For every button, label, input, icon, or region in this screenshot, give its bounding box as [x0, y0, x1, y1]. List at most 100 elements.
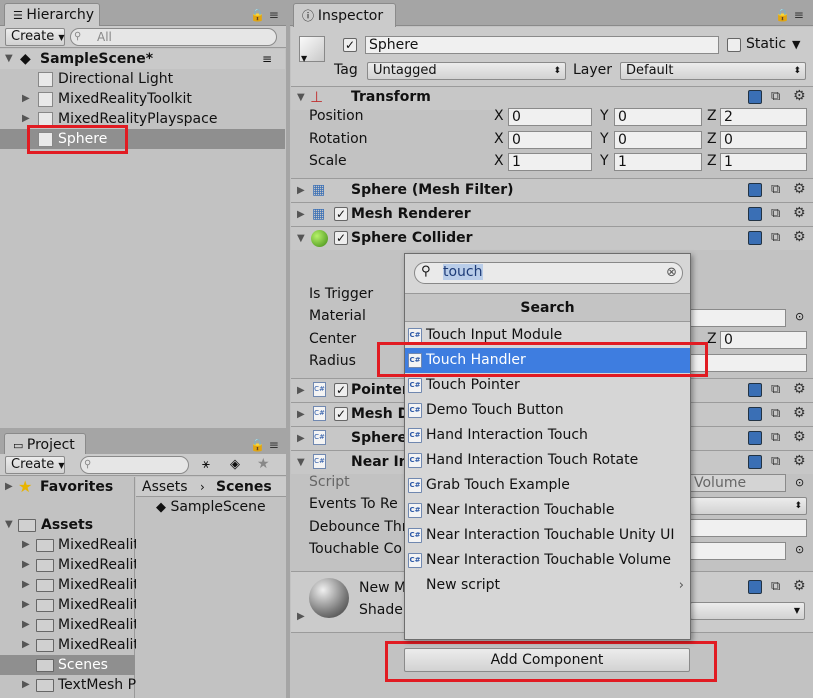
popup-search-input[interactable]: ⚲ touch ⊗	[414, 262, 683, 284]
rotation-y-field[interactable]: 0	[614, 131, 702, 149]
expand-arrow-icon[interactable]: ▶	[5, 477, 13, 497]
expand-arrow-icon[interactable]: ▶	[22, 555, 30, 575]
active-checkbox[interactable]: ✓	[343, 38, 357, 52]
center-z-field[interactable]: 0	[720, 331, 807, 349]
expand-arrow-icon[interactable]: ▶	[22, 575, 30, 595]
dropdown-arrow-icon[interactable]: ▼	[301, 54, 307, 63]
gear-icon[interactable]: ⚙	[793, 205, 806, 221]
filter-label-icon[interactable]: ◈	[230, 457, 240, 472]
object-picker-icon[interactable]: ⊙	[795, 310, 804, 323]
gear-icon[interactable]: ⚙	[793, 381, 806, 397]
project-search-input[interactable]: ⚲	[80, 456, 189, 474]
folder-row[interactable]: ▶ MixedRealit	[0, 575, 139, 595]
filter-type-icon[interactable]: ⚹	[202, 457, 210, 472]
scene-menu-icon[interactable]: ≡	[262, 49, 272, 69]
expand-arrow-icon[interactable]: ▶	[297, 611, 305, 622]
hierarchy-search-input[interactable]: ⚲ All	[70, 28, 277, 46]
expand-arrow-icon[interactable]: ▶	[22, 535, 30, 555]
expand-arrow-icon[interactable]: ▼	[297, 233, 305, 244]
debounce-field[interactable]	[690, 519, 807, 537]
static-dropdown-icon[interactable]: ▼	[792, 38, 800, 51]
gear-icon[interactable]: ⚙	[793, 429, 806, 445]
assets-row[interactable]: ▼ Assets	[0, 515, 135, 535]
help-book-icon[interactable]	[748, 431, 762, 445]
preset-sliders-icon[interactable]: ⧉	[771, 89, 780, 104]
popup-item[interactable]: C# Near Interaction Touchable Volume	[405, 548, 690, 573]
folder-row[interactable]: ▶ TextMesh P	[0, 675, 136, 695]
expand-arrow-icon[interactable]: ▼	[297, 457, 305, 468]
folder-row[interactable]: ▶ MixedRealit	[0, 555, 139, 575]
help-book-icon[interactable]	[748, 207, 762, 221]
expand-arrow-icon[interactable]: ▶	[297, 409, 305, 420]
popup-item-new-script[interactable]: New script ›	[405, 573, 690, 598]
favorite-star-icon[interactable]: ★	[257, 456, 270, 472]
popup-item[interactable]: C# Near Interaction Touchable Unity UI	[405, 523, 690, 548]
gear-icon[interactable]: ⚙	[793, 88, 806, 104]
gear-icon[interactable]: ⚙	[793, 181, 806, 197]
breadcrumb-assets[interactable]: Assets	[142, 477, 188, 497]
help-book-icon[interactable]	[748, 90, 762, 104]
popup-item[interactable]: C# Near Interaction Touchable	[405, 498, 690, 523]
rotation-z-field[interactable]: 0	[720, 131, 807, 149]
preset-sliders-icon[interactable]: ⧉	[771, 406, 780, 421]
preset-sliders-icon[interactable]: ⧉	[771, 382, 780, 397]
expand-arrow-icon[interactable]: ▼	[297, 92, 305, 103]
position-y-field[interactable]: 0	[614, 108, 702, 126]
scale-y-field[interactable]: 1	[614, 153, 702, 171]
expand-arrow-icon[interactable]: ▶	[297, 185, 305, 196]
gear-icon[interactable]: ⚙	[793, 578, 806, 594]
object-picker-icon[interactable]: ⊙	[795, 543, 804, 556]
hierarchy-item[interactable]: ▶ MixedRealityToolkit	[0, 89, 285, 109]
folder-row[interactable]: ▶ MixedRealit	[0, 535, 139, 555]
hierarchy-tab-menu[interactable]: 🔒 ≡	[250, 8, 279, 22]
sphere-collider-checkbox[interactable]: ✓	[334, 231, 348, 245]
tab-inspector[interactable]: ⓘ Inspector	[293, 3, 396, 27]
preset-sliders-icon[interactable]: ⧉	[771, 430, 780, 445]
clear-search-icon[interactable]: ⊗	[666, 265, 677, 280]
preset-sliders-icon[interactable]: ⧉	[771, 454, 780, 469]
folder-row[interactable]: ▶ MixedRealit	[0, 595, 139, 615]
expand-arrow-icon[interactable]: ▶	[22, 675, 30, 695]
rotation-x-field[interactable]: 0	[508, 131, 592, 149]
folder-row[interactable]: ▶ MixedRealit	[0, 635, 139, 655]
folder-row[interactable]: ▶ MixedRealit	[0, 615, 139, 635]
preset-sliders-icon[interactable]: ⧉	[771, 230, 780, 245]
expand-arrow-icon[interactable]: ▼	[5, 49, 13, 69]
gear-icon[interactable]: ⚙	[793, 229, 806, 245]
layer-dropdown[interactable]: Default ⬍	[620, 62, 806, 80]
inspector-tab-menu[interactable]: 🔒 ≡	[775, 8, 804, 22]
project-create-button[interactable]: Create ▼	[5, 456, 65, 474]
expand-arrow-icon[interactable]: ▶	[22, 615, 30, 635]
tag-dropdown[interactable]: Untagged ⬍	[367, 62, 566, 80]
help-book-icon[interactable]	[748, 580, 762, 594]
material-field[interactable]	[690, 309, 786, 327]
expand-arrow-icon[interactable]: ▼	[5, 515, 13, 535]
preset-sliders-icon[interactable]: ⧉	[771, 206, 780, 221]
expand-arrow-icon[interactable]: ▶	[22, 89, 30, 109]
scale-z-field[interactable]: 1	[720, 153, 807, 171]
position-z-field[interactable]: 2	[720, 108, 807, 126]
gear-icon[interactable]: ⚙	[793, 405, 806, 421]
preset-sliders-icon[interactable]: ⧉	[771, 182, 780, 197]
mesh-d-checkbox[interactable]: ✓	[334, 407, 348, 421]
scene-row[interactable]: ▼ ◆ SampleScene* ≡	[0, 49, 285, 69]
hierarchy-create-button[interactable]: Create ▼	[5, 28, 65, 46]
help-book-icon[interactable]	[748, 407, 762, 421]
popup-item[interactable]: C# Hand Interaction Touch Rotate	[405, 448, 690, 473]
expand-arrow-icon[interactable]: ▶	[297, 385, 305, 396]
file-item[interactable]: ◆ SampleScene	[156, 499, 266, 515]
help-book-icon[interactable]	[748, 383, 762, 397]
pointer-checkbox[interactable]: ✓	[334, 383, 348, 397]
shader-dropdown[interactable]: ▼	[690, 602, 805, 620]
expand-arrow-icon[interactable]: ▶	[297, 433, 305, 444]
favorites-row[interactable]: ▶ ★ Favorites	[0, 477, 135, 497]
folder-row-selected[interactable]: Scenes	[0, 655, 135, 675]
expand-arrow-icon[interactable]: ▶	[22, 635, 30, 655]
help-book-icon[interactable]	[748, 231, 762, 245]
popup-item[interactable]: C# Hand Interaction Touch	[405, 423, 690, 448]
tab-hierarchy[interactable]: ☰ Hierarchy	[4, 3, 100, 27]
popup-item[interactable]: C# Grab Touch Example	[405, 473, 690, 498]
breadcrumb-scenes[interactable]: Scenes	[216, 477, 272, 497]
mesh-renderer-checkbox[interactable]: ✓	[334, 207, 348, 221]
hierarchy-item[interactable]: Directional Light	[0, 69, 285, 89]
